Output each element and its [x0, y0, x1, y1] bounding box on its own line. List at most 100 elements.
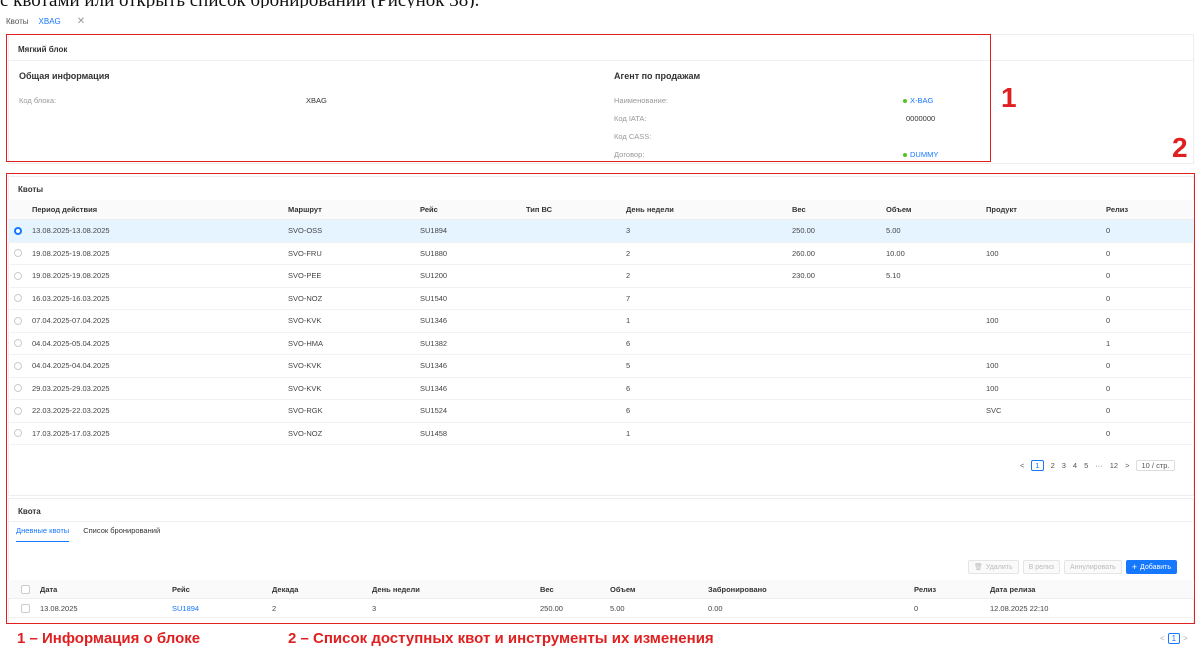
table-row[interactable]: 13.08.2025 SU1894 2 3 250.00 5.00 0.00 0…	[8, 599, 1194, 618]
row-radio[interactable]	[14, 226, 22, 235]
cell-period: 04.04.2025-05.04.2025	[32, 338, 110, 348]
row-checkbox[interactable]	[21, 603, 30, 613]
agent-iata-label: Код IATA:	[614, 114, 647, 123]
page-1[interactable]: 1	[1167, 633, 1181, 644]
table-row[interactable]: 04.04.2025-04.04.2025 SVO-KVK SU1346 5 100 0	[8, 355, 1194, 378]
tab-daily-quotas[interactable]: Дневные квоты	[16, 526, 70, 542]
cell-weekday: 6	[626, 383, 631, 393]
prev-page-icon[interactable]: <	[1160, 634, 1165, 643]
table-row[interactable]: 07.04.2025-07.04.2025 SVO-KVK SU1346 1 100 0	[8, 310, 1194, 333]
table-row[interactable]: 19.08.2025-19.08.2025 SVO-PEE SU1200 2 230.0…	[8, 265, 1194, 288]
next-page-icon[interactable]: >	[1183, 634, 1188, 643]
cell-weekday: 2	[626, 271, 631, 281]
table-row[interactable]: 04.04.2025-05.04.2025 SVO-HMA SU1382 6 1	[8, 333, 1194, 355]
block-code-label: Код блока:	[19, 96, 57, 105]
cell-flight-link[interactable]: SU1894	[172, 599, 199, 617]
col-release: Релиз	[1106, 205, 1129, 214]
page-5[interactable]: 5	[1084, 461, 1088, 470]
delete-button[interactable]: 🗑 Удалить	[968, 560, 1019, 574]
cell-product: 100	[986, 383, 999, 393]
cell-period: 16.03.2025-16.03.2025	[32, 293, 110, 303]
cell-flight: SU1894	[420, 226, 448, 236]
cell-product: 100	[986, 248, 999, 258]
row-radio[interactable]	[14, 316, 22, 325]
add-button[interactable]: + Добавить	[1125, 560, 1177, 574]
tab-quotas[interactable]: Квоты	[6, 17, 29, 26]
cell-route: SVO-NOZ	[288, 428, 323, 438]
annotation-mark-2: 2	[1172, 132, 1188, 163]
page-tabs: Квоты XBAG ✕	[6, 13, 85, 29]
page-3[interactable]: 3	[1062, 461, 1066, 470]
agent-contract-value[interactable]: DUMMY	[903, 150, 938, 159]
col-volume: Объем	[610, 584, 636, 594]
page-size-select[interactable]: 10 / стр.	[1136, 459, 1175, 471]
quotas-title: Квоты	[18, 185, 44, 194]
cell-release: 0	[1106, 361, 1111, 371]
row-radio[interactable]	[14, 294, 22, 303]
row-radio[interactable]	[14, 339, 22, 348]
cell-period: 17.03.2025-17.03.2025	[32, 428, 110, 438]
row-radio[interactable]	[14, 429, 22, 438]
agent-name-label: Наименование:	[614, 96, 669, 105]
cell-route: SVO-OSS	[288, 226, 323, 236]
tab-xbag[interactable]: XBAG	[39, 17, 61, 26]
cell-route: SVO-KVK	[288, 383, 322, 393]
cell-flight: SU1880	[420, 248, 448, 258]
cell-weekday: 6	[626, 406, 631, 416]
cell-flight: SU1200	[420, 271, 448, 281]
table-row[interactable]: 17.03.2025-17.03.2025 SVO-NOZ SU1458 1 0	[8, 423, 1194, 445]
col-period: Период действия	[32, 205, 98, 214]
cell-weekday: 3	[372, 603, 377, 613]
cell-weight: 250.00	[540, 603, 563, 613]
cell-release: 0	[1106, 293, 1111, 303]
table-row[interactable]: 13.08.2025-13.08.2025 SVO-OSS SU1894 3 250.0…	[8, 220, 1194, 243]
quota-subtabs: Дневные квоты Список бронирований	[16, 526, 174, 542]
cell-flight: SU1540	[420, 293, 448, 303]
col-weekday: День недели	[372, 584, 420, 594]
legend-2: 2 – Список доступных квот и инструменты …	[288, 630, 714, 647]
close-icon[interactable]: ✕	[77, 16, 85, 27]
cell-period: 22.03.2025-22.03.2025	[32, 406, 110, 416]
row-radio[interactable]	[14, 271, 22, 280]
release-button[interactable]: В релиз	[1022, 560, 1060, 574]
cell-period: 19.08.2025-19.08.2025	[32, 248, 110, 258]
next-page-icon[interactable]: >	[1125, 461, 1129, 470]
row-radio[interactable]	[14, 249, 22, 258]
table-row[interactable]: 16.03.2025-16.03.2025 SVO-NOZ SU1540 7 0	[8, 288, 1194, 310]
row-radio[interactable]	[14, 361, 22, 370]
col-decade: Декада	[272, 584, 299, 594]
page-1[interactable]: 1	[1031, 459, 1044, 471]
page-ellipsis[interactable]: ···	[1095, 461, 1103, 470]
annotation-mark-1: 1	[1001, 82, 1017, 113]
cell-weekday: 6	[626, 338, 631, 348]
page-12[interactable]: 12	[1110, 461, 1118, 470]
select-all-checkbox[interactable]	[21, 584, 30, 594]
cell-release: 0	[914, 603, 919, 613]
col-date: Дата	[40, 584, 58, 594]
agent-heading: Агент по продажам	[614, 71, 701, 81]
cell-weekday: 3	[626, 226, 631, 236]
cell-date: 13.08.2025	[40, 603, 78, 613]
tab-bookings-list[interactable]: Список бронирований	[83, 526, 160, 542]
cell-weight: 230.00	[792, 271, 815, 281]
plus-icon: +	[1131, 562, 1138, 572]
cell-release-date: 12.08.2025 22:10	[990, 603, 1049, 613]
page-2[interactable]: 2	[1051, 461, 1055, 470]
cancel-quota-button[interactable]: Аннулировать	[1064, 560, 1122, 574]
table-row[interactable]: 29.03.2025-29.03.2025 SVO-KVK SU1346 6 100 0	[8, 378, 1194, 400]
table-row[interactable]: 22.03.2025-22.03.2025 SVO-RGK SU1524 6 SVC 0	[8, 400, 1194, 423]
general-info-heading: Общая информация	[19, 71, 110, 81]
row-radio[interactable]	[14, 406, 22, 415]
cell-route: SVO-HMA	[288, 338, 324, 348]
page-4[interactable]: 4	[1073, 461, 1077, 470]
cell-route: SVO-RGK	[288, 406, 323, 416]
row-radio[interactable]	[14, 384, 22, 393]
prev-page-icon[interactable]: <	[1020, 461, 1024, 470]
col-aircraft: Тип ВС	[526, 205, 553, 214]
cell-flight: SU1382	[420, 338, 448, 348]
agent-name-value[interactable]: X-BAG	[903, 96, 933, 105]
status-dot-icon	[903, 153, 907, 158]
col-flight: Рейс	[420, 205, 438, 214]
cell-weight: 260.00	[792, 248, 815, 258]
table-row[interactable]: 19.08.2025-19.08.2025 SVO-FRU SU1880 2 260.0…	[8, 243, 1194, 265]
